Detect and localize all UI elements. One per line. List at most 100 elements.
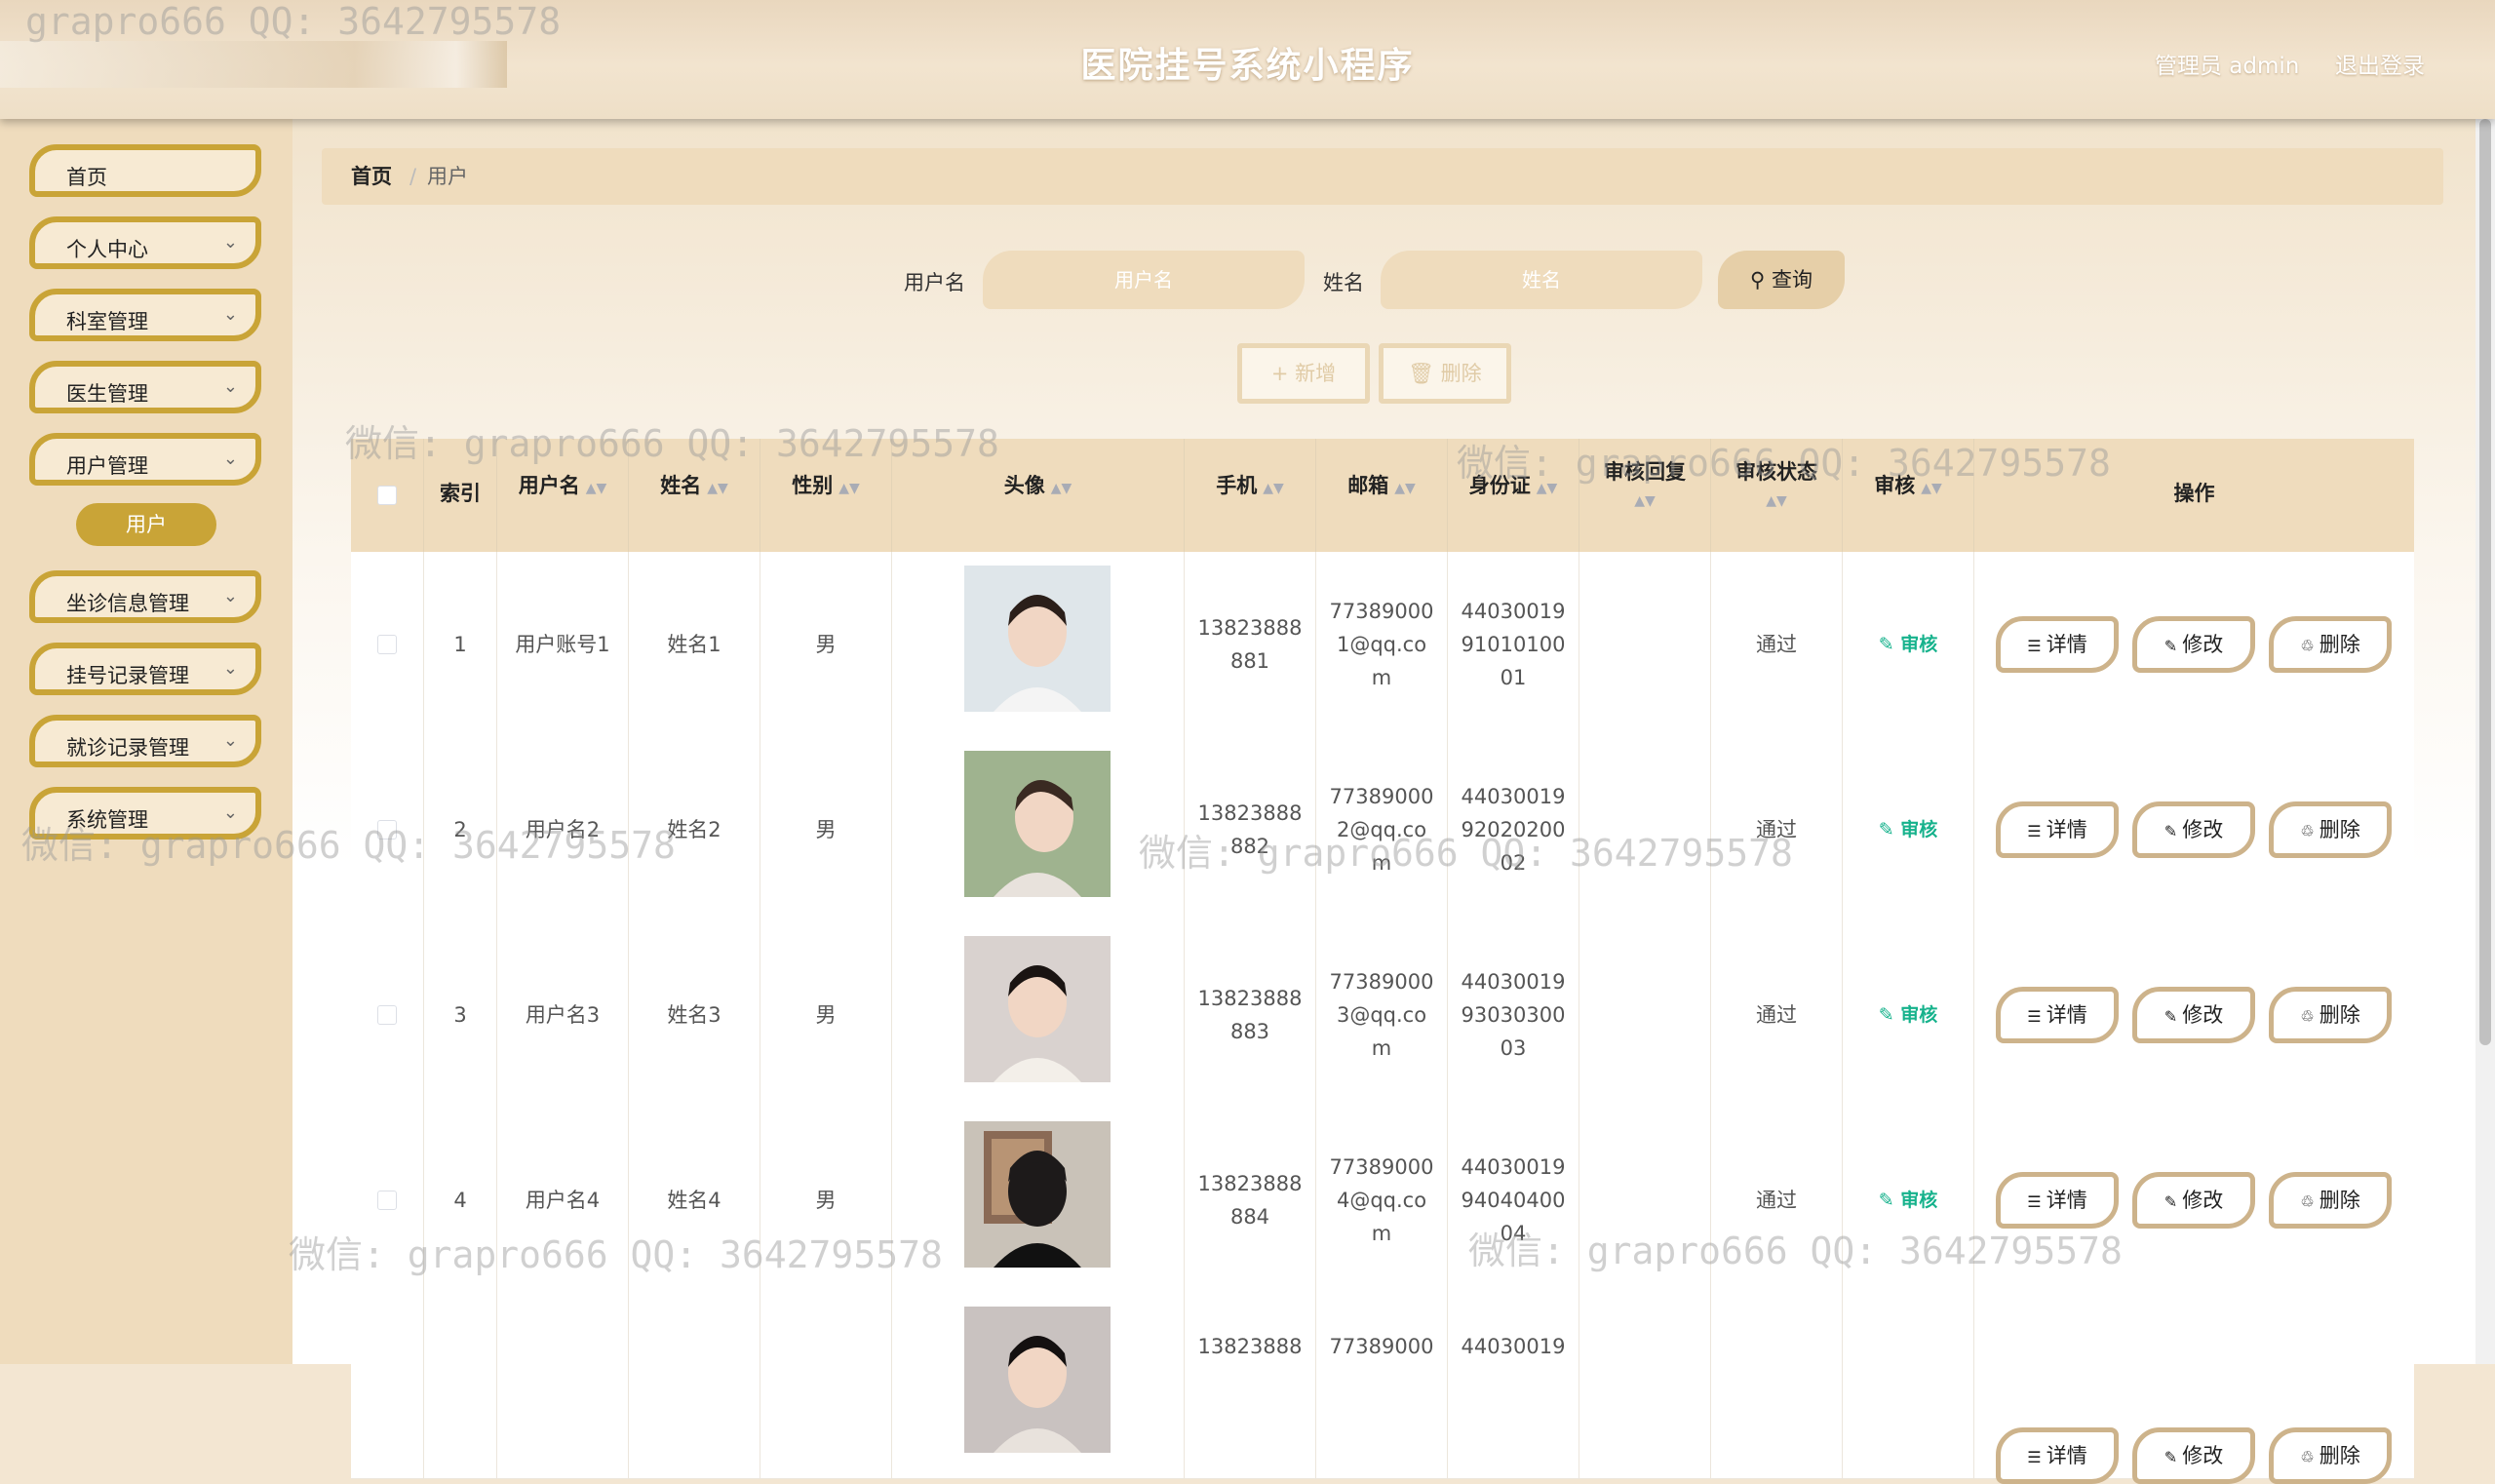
row-checkbox[interactable] — [377, 1191, 397, 1210]
header-audit-reply[interactable]: 审核回复 ▲▼ — [1579, 439, 1711, 552]
sidebar-item-doctor-mgmt[interactable]: 医生管理 ⌄ — [29, 361, 261, 413]
query-button[interactable]: ⚲ 查询 — [1718, 251, 1845, 309]
header-gender[interactable]: 性别 ▲▼ — [760, 439, 892, 552]
detail-button[interactable]: ☰ 详情 — [1996, 801, 2119, 858]
add-button[interactable]: + 新增 — [1237, 343, 1370, 404]
delete-button[interactable]: ♲ 删除 — [2269, 616, 2392, 673]
row-checkbox[interactable] — [377, 1005, 397, 1025]
avatar[interactable] — [964, 936, 1111, 1082]
scrollbar-thumb[interactable] — [2479, 119, 2491, 1045]
edit-button[interactable]: ✎ 修改 — [2132, 801, 2255, 858]
edit-button[interactable]: ✎ 修改 — [2132, 1172, 2255, 1229]
cell-ops: ☰ 详情 ✎ 修改 ♲ 删除 — [1974, 737, 2414, 922]
cell-index — [424, 1293, 497, 1478]
header-avatar[interactable]: 头像 ▲▼ — [892, 439, 1185, 552]
chevron-down-icon: ⌄ — [222, 376, 238, 397]
delete-button[interactable]: ♲ 删除 — [2269, 801, 2392, 858]
sidebar-item-registration-record-mgmt[interactable]: 挂号记录管理 ⌄ — [29, 643, 261, 695]
delete-button-label: 删除 — [2319, 1189, 2360, 1212]
header-name[interactable]: 姓名 ▲▼ — [629, 439, 760, 552]
detail-button[interactable]: ☰ 详情 — [1996, 616, 2119, 673]
audit-link-label: 审核 — [1900, 1004, 1938, 1026]
row-checkbox[interactable] — [377, 820, 397, 840]
sidebar-item-user-mgmt[interactable]: 用户管理 ⌄ — [29, 433, 261, 486]
header-audit[interactable]: 审核 ▲▼ — [1843, 439, 1974, 552]
table-header: 索引 用户名 ▲▼ 姓名 ▲▼ 性别 ▲▼ 头像 ▲▼ 手机 ▲▼ 邮箱 ▲▼ 身份证 ▲▼ … — [351, 439, 2414, 552]
sort-icon[interactable]: ▲▼ — [707, 481, 728, 496]
scrollbar[interactable] — [2476, 119, 2495, 1364]
detail-button[interactable]: ☰ 详情 — [1996, 987, 2119, 1043]
audit-link[interactable]: ✎ 审核 — [1843, 998, 1973, 1032]
sidebar-item-system-mgmt[interactable]: 系统管理 ⌄ — [29, 787, 261, 840]
cell-index: 1 — [424, 552, 497, 737]
cell-username: 用户名4 — [497, 1108, 629, 1293]
email-line: m — [1371, 666, 1392, 689]
header-phone[interactable]: 手机 ▲▼ — [1185, 439, 1316, 552]
username-search-input[interactable] — [983, 251, 1305, 309]
sidebar-item-visit-record-mgmt[interactable]: 就诊记录管理 ⌄ — [29, 715, 261, 767]
admin-user-link[interactable]: 管理员 admin — [2155, 47, 2299, 80]
index-value: 3 — [453, 1003, 467, 1027]
sort-icon[interactable]: ▲▼ — [1263, 481, 1284, 496]
delete-button[interactable]: ♲ 删除 — [2269, 987, 2392, 1043]
sort-icon[interactable]: ▲▼ — [1711, 493, 1842, 509]
edit-pen-icon: ✎ — [2164, 1448, 2183, 1466]
avatar[interactable] — [964, 751, 1111, 897]
username-value: 用户账号1 — [515, 633, 610, 656]
sort-icon[interactable]: ▲▼ — [1537, 481, 1558, 496]
logout-link[interactable]: 退出登录 — [2335, 47, 2425, 80]
delete-button[interactable]: ♲ 删除 — [2269, 1427, 2392, 1484]
edit-pen-icon: ✎ — [1878, 1190, 1901, 1211]
name-search-input[interactable] — [1381, 251, 1702, 309]
sort-icon[interactable]: ▲▼ — [586, 481, 607, 496]
sort-icon[interactable]: ▲▼ — [1579, 493, 1710, 509]
sidebar-item-label: 挂号记录管理 — [66, 664, 189, 687]
sidebar-item-consult-info-mgmt[interactable]: 坐诊信息管理 ⌄ — [29, 570, 261, 623]
select-all-checkbox[interactable] — [377, 486, 397, 505]
avatar[interactable] — [964, 1121, 1111, 1268]
batch-delete-button[interactable]: 🗑 删除 — [1379, 343, 1511, 404]
edit-button[interactable]: ✎ 修改 — [2132, 1427, 2255, 1484]
index-value: 4 — [453, 1189, 467, 1212]
header-username[interactable]: 用户名 ▲▼ — [497, 439, 629, 552]
header-audit-status[interactable]: 审核状态 ▲▼ — [1711, 439, 1843, 552]
cell-name: 姓名2 — [629, 737, 760, 922]
breadcrumb-home[interactable]: 首页 — [351, 148, 392, 205]
header-username-label: 用户名 — [518, 474, 580, 497]
audit-link[interactable]: ✎ 审核 — [1843, 628, 1973, 661]
sort-icon[interactable]: ▲▼ — [1921, 481, 1942, 496]
audit-link-label: 审核 — [1900, 1190, 1938, 1211]
cell-gender: 男 — [760, 737, 892, 922]
detail-button[interactable]: ☰ 详情 — [1996, 1172, 2119, 1229]
avatar[interactable] — [964, 566, 1111, 712]
submenu-item-user[interactable]: 用户 — [76, 503, 216, 546]
cell-gender: 男 — [760, 1108, 892, 1293]
audit-link[interactable]: ✎ 审核 — [1843, 1184, 1973, 1217]
sort-icon[interactable]: ▲▼ — [838, 481, 860, 496]
idcard-line: 44030019 — [1461, 600, 1566, 623]
table-row: 4 用户名4 姓名4 男 13823888 884 77389000 4@qq.co m 4403… — [351, 1108, 2414, 1294]
header-idcard[interactable]: 身份证 ▲▼ — [1448, 439, 1579, 552]
cell-idcard: 44030019 — [1448, 1293, 1579, 1478]
phone-line: 884 — [1229, 1205, 1270, 1229]
sort-icon[interactable]: ▲▼ — [1394, 481, 1416, 496]
row-checkbox[interactable] — [377, 635, 397, 654]
detail-button[interactable]: ☰ 详情 — [1996, 1427, 2119, 1484]
header-email-label: 邮箱 — [1347, 474, 1389, 497]
edit-button[interactable]: ✎ 修改 — [2132, 616, 2255, 673]
header-select-all[interactable] — [351, 439, 424, 552]
document-icon: ☰ — [2027, 1192, 2047, 1211]
sidebar-item-department-mgmt[interactable]: 科室管理 ⌄ — [29, 289, 261, 341]
edit-button[interactable]: ✎ 修改 — [2132, 987, 2255, 1043]
cell-audit: ✎ 审核 — [1843, 737, 1974, 922]
idcard-line: 04 — [1500, 1222, 1527, 1245]
header-email[interactable]: 邮箱 ▲▼ — [1316, 439, 1448, 552]
chevron-down-icon: ⌄ — [222, 304, 238, 325]
sidebar-item-home[interactable]: 首页 — [29, 144, 261, 197]
sidebar-item-label: 就诊记录管理 — [66, 736, 189, 760]
sidebar-item-personal-center[interactable]: 个人中心 ⌄ — [29, 216, 261, 269]
delete-button[interactable]: ♲ 删除 — [2269, 1172, 2392, 1229]
sort-icon[interactable]: ▲▼ — [1051, 481, 1072, 496]
avatar[interactable] — [964, 1307, 1111, 1453]
audit-link[interactable]: ✎ 审核 — [1843, 813, 1973, 846]
